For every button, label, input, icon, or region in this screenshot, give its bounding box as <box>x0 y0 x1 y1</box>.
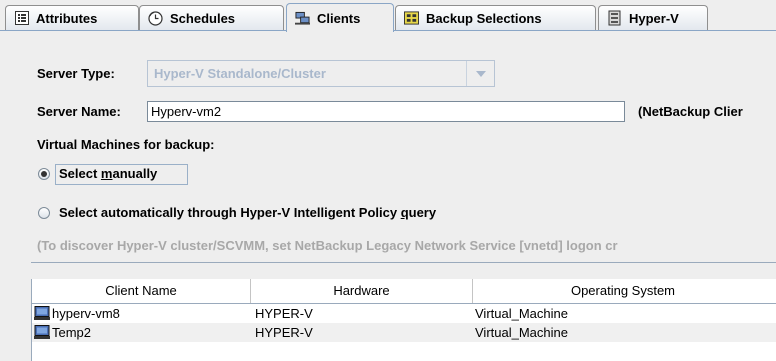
server-type-label: Server Type: <box>37 66 115 81</box>
column-header-hardware[interactable]: Hardware <box>251 279 473 303</box>
radio-manual-label-pre: Select <box>59 166 101 181</box>
cell-hardware: HYPER-V <box>255 325 313 340</box>
radio-auto-label[interactable]: Select automatically through Hyper-V Int… <box>59 205 436 220</box>
tab-backup-selections[interactable]: Backup Selections <box>395 5 596 30</box>
tab-schedules[interactable]: Schedules <box>139 5 284 30</box>
cell-operating-system: Virtual_Machine <box>475 306 568 321</box>
tab-hyperv[interactable]: Hyper-V <box>598 5 708 30</box>
server-name-label: Server Name: <box>37 104 121 119</box>
tab-label: Clients <box>317 10 361 26</box>
table-header: Client Name Hardware Operating System <box>32 279 776 304</box>
clients-computers-icon <box>295 11 310 26</box>
discovery-hint: (To discover Hyper-V cluster/SCVMM, set … <box>37 238 618 253</box>
radio-auto-label-pre: Select automatically through Hyper-V Int… <box>59 205 401 220</box>
server-type-value: Hyper-V Standalone/Cluster <box>154 66 326 81</box>
tab-label: Schedules <box>170 10 236 26</box>
server-type-select[interactable]: Hyper-V Standalone/Cluster <box>147 60 495 87</box>
tab-clients[interactable]: Clients <box>286 3 394 32</box>
radio-selected-dot <box>41 171 47 177</box>
server-name-note: (NetBackup Clier <box>638 104 743 119</box>
table-row[interactable]: hyperv-vm8 HYPER-V Virtual_Machine <box>32 304 776 323</box>
column-header-operating-system[interactable]: Operating System <box>473 279 773 303</box>
tab-label: Backup Selections <box>426 10 542 26</box>
tab-label: Attributes <box>36 10 98 26</box>
radio-select-automatically[interactable] <box>38 207 50 219</box>
cell-client-name: Temp2 <box>52 325 92 340</box>
chevron-down-icon[interactable] <box>466 61 494 86</box>
clients-table: Client Name Hardware Operating System hy… <box>31 279 776 361</box>
radio-manual-label-post: anually <box>112 166 158 181</box>
radio-manual-label[interactable]: Select manually <box>59 166 157 181</box>
radio-auto-label-post: uery <box>408 205 437 220</box>
server-name-field[interactable]: Hyperv-vm2 <box>147 101 625 122</box>
tab-bar: Attributes Schedules Clients Backup Sele… <box>0 0 776 32</box>
radio-select-manually[interactable] <box>38 168 50 180</box>
backup-selections-icon <box>404 11 419 26</box>
hyperv-server-icon <box>607 10 622 26</box>
radio-manual-mnemonic: m <box>100 166 113 181</box>
computer-icon <box>34 325 50 340</box>
cell-operating-system: Virtual_Machine <box>475 325 568 340</box>
separator <box>31 262 776 263</box>
tab-label: Hyper-V <box>629 10 679 26</box>
vm-section-label: Virtual Machines for backup: <box>37 137 215 152</box>
radio-auto-mnemonic: q <box>400 205 409 220</box>
computer-icon <box>34 306 50 321</box>
schedule-clock-icon <box>148 10 163 26</box>
attributes-list-icon <box>14 11 29 26</box>
column-header-client-name[interactable]: Client Name <box>32 279 251 303</box>
table-row[interactable]: Temp2 HYPER-V Virtual_Machine <box>32 323 776 342</box>
tab-attributes[interactable]: Attributes <box>5 5 139 30</box>
cell-client-name: hyperv-vm8 <box>52 306 120 321</box>
cell-hardware: HYPER-V <box>255 306 313 321</box>
